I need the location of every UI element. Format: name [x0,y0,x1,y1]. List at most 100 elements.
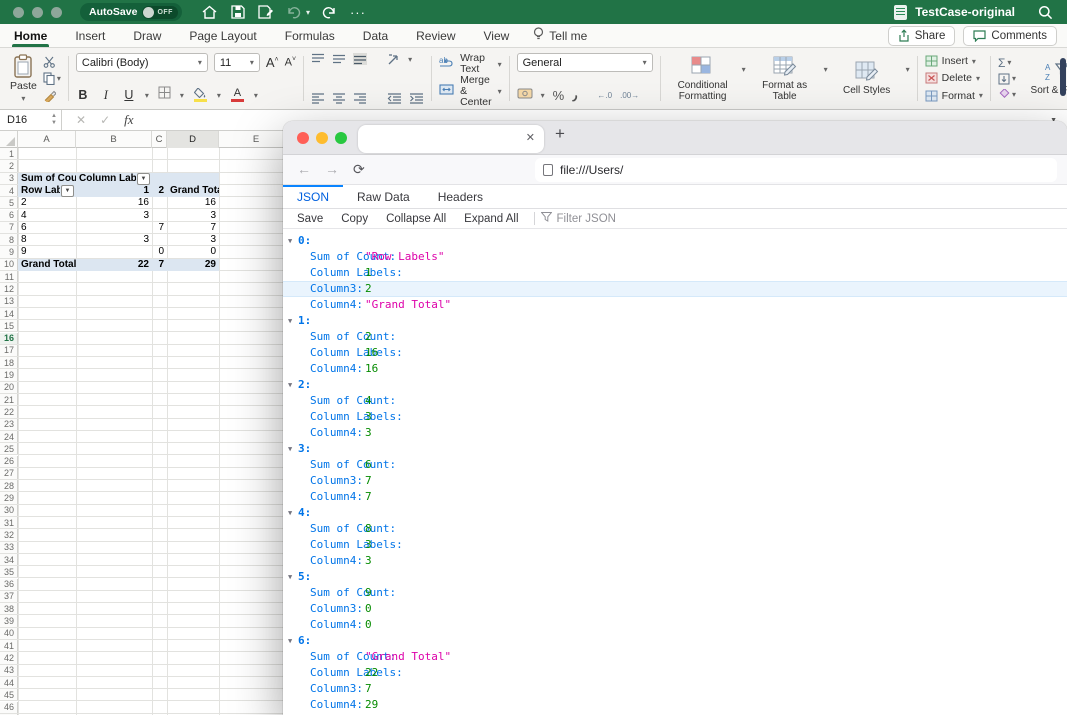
row-header-12[interactable]: 12 [0,283,18,294]
row-header-17[interactable]: 17 [0,345,18,356]
excel-tab-draw[interactable]: Draw [119,24,175,47]
row-header-13[interactable]: 13 [0,296,18,307]
row-header-22[interactable]: 22 [0,406,18,417]
json-property-row[interactable]: Column Labels:16 [283,345,1067,361]
row-header-33[interactable]: 33 [0,542,18,553]
json-entry-header-1[interactable]: ▼1: [283,313,1067,329]
row-header-15[interactable]: 15 [0,320,18,331]
redo-icon[interactable] [322,4,338,20]
row-header-1[interactable]: 1 [0,148,18,159]
cell-C9[interactable]: 0 [152,246,167,258]
json-property-row[interactable]: Column Labels:3 [283,409,1067,425]
font-name-select[interactable]: Calibri (Body)▾ [76,53,208,72]
window-close-button[interactable] [13,7,24,18]
cell-B5[interactable]: 16 [76,197,152,209]
align-right-button[interactable] [353,92,367,104]
row-header-39[interactable]: 39 [0,615,18,626]
viewer-tab-json[interactable]: JSON [283,185,343,208]
font-size-select[interactable]: 11▾ [214,53,260,72]
percent-style-button[interactable]: % [553,88,565,103]
excel-tab-insert[interactable]: Insert [61,24,119,47]
copy-button[interactable]: ▾ [43,72,61,86]
expander-icon[interactable]: ▼ [288,633,292,649]
number-format-select[interactable]: General▾ [517,53,653,72]
cell-D9[interactable]: 0 [167,246,219,258]
cell-B8[interactable]: 3 [76,234,152,246]
json-property-row[interactable]: Column4:"Grand Total" [283,297,1067,313]
search-icon[interactable] [1037,4,1053,20]
excel-vertical-scrollbar[interactable] [1060,58,1066,96]
row-header-10[interactable]: 10 [0,259,18,270]
row-header-36[interactable]: 36 [0,579,18,590]
json-property-row[interactable]: Column4:7 [283,489,1067,505]
comma-style-button[interactable]: ٫ [572,87,577,104]
json-toolbar-save-button[interactable]: Save [283,213,332,225]
row-header-6[interactable]: 6 [0,210,18,221]
json-property-row[interactable]: Column3:0 [283,601,1067,617]
merge-center-label[interactable]: Merge & Center [460,75,492,108]
browser-close-button[interactable] [297,132,309,144]
row-header-32[interactable]: 32 [0,529,18,540]
cell-B4[interactable]: 1 [76,185,152,197]
delete-cells-button[interactable]: Delete ▾ [925,70,983,86]
json-toolbar-expand-all-button[interactable]: Expand All [455,213,527,225]
row-header-7[interactable]: 7 [0,222,18,233]
font-color-button[interactable]: A [230,88,245,102]
row-header-2[interactable]: 2 [0,160,18,171]
cell-B10[interactable]: 22 [76,259,152,271]
excel-tab-view[interactable]: View [470,24,524,47]
column-header-d[interactable]: D [167,131,219,148]
share-button[interactable]: Share [888,26,956,46]
row-header-5[interactable]: 5 [0,197,18,208]
expander-icon[interactable]: ▼ [288,313,292,329]
column-header-b[interactable]: B [76,131,152,148]
window-minimize-button[interactable] [32,7,43,18]
expander-icon[interactable]: ▼ [288,233,292,249]
browser-tab[interactable]: ✕ [358,125,544,153]
conditional-formatting-button[interactable]: Conditional Formatting [668,55,738,102]
row-header-26[interactable]: 26 [0,456,18,467]
reload-icon[interactable]: ⟳ [353,161,365,178]
wrap-text-dropdown-icon[interactable]: ▾ [498,60,502,69]
row-header-9[interactable]: 9 [0,246,18,257]
merge-center-dropdown-icon[interactable]: ▾ [498,87,502,96]
clear-button[interactable]: ▾ [998,88,1016,102]
row-header-14[interactable]: 14 [0,308,18,319]
cut-button[interactable] [43,55,61,69]
save-as-icon[interactable] [258,4,274,20]
format-as-table-button[interactable]: Format as Table [750,55,820,102]
row-header-11[interactable]: 11 [0,271,18,282]
cell-A4[interactable]: Row Labels [18,185,60,197]
json-property-row[interactable]: Sum of Count:8 [283,521,1067,537]
json-property-row[interactable]: Column Labels:1 [283,265,1067,281]
currency-dropdown-icon[interactable]: ▾ [541,91,545,100]
conditional-formatting-dropdown-icon[interactable]: ▾ [742,65,746,74]
excel-tab-page-layout[interactable]: Page Layout [175,24,270,47]
row-header-46[interactable]: 46 [0,702,18,713]
tell-me-button[interactable]: Tell me [523,27,597,44]
json-entry-header-0[interactable]: ▼0: [283,233,1067,249]
row-header-37[interactable]: 37 [0,591,18,602]
pivot-filter-button-A4[interactable]: ▼ [61,185,74,197]
browser-minimize-button[interactable] [316,132,328,144]
pivot-filter-button-B3[interactable]: ▼ [137,173,150,185]
row-header-8[interactable]: 8 [0,234,18,245]
insert-cells-button[interactable]: Insert ▾ [925,53,983,69]
font-color-dropdown-icon[interactable]: ▾ [254,91,258,100]
row-header-35[interactable]: 35 [0,566,18,577]
excel-tab-home[interactable]: Home [0,24,61,47]
fill-color-dropdown-icon[interactable]: ▾ [217,91,221,100]
cell-styles-button[interactable]: Cell Styles [832,60,902,97]
json-property-row[interactable]: Column4:0 [283,617,1067,633]
select-all-corner[interactable] [0,131,18,148]
row-header-25[interactable]: 25 [0,443,18,454]
row-header-28[interactable]: 28 [0,480,18,491]
row-header-42[interactable]: 42 [0,652,18,663]
json-property-row[interactable]: Sum of Count:4 [283,393,1067,409]
wrap-text-label[interactable]: Wrap Text [460,53,492,75]
autosave-switch[interactable]: OFF [142,6,178,19]
cell-D5[interactable]: 16 [167,197,219,209]
json-toolbar-copy-button[interactable]: Copy [332,213,377,225]
expander-icon[interactable]: ▼ [288,505,292,521]
borders-dropdown-icon[interactable]: ▾ [180,91,184,100]
